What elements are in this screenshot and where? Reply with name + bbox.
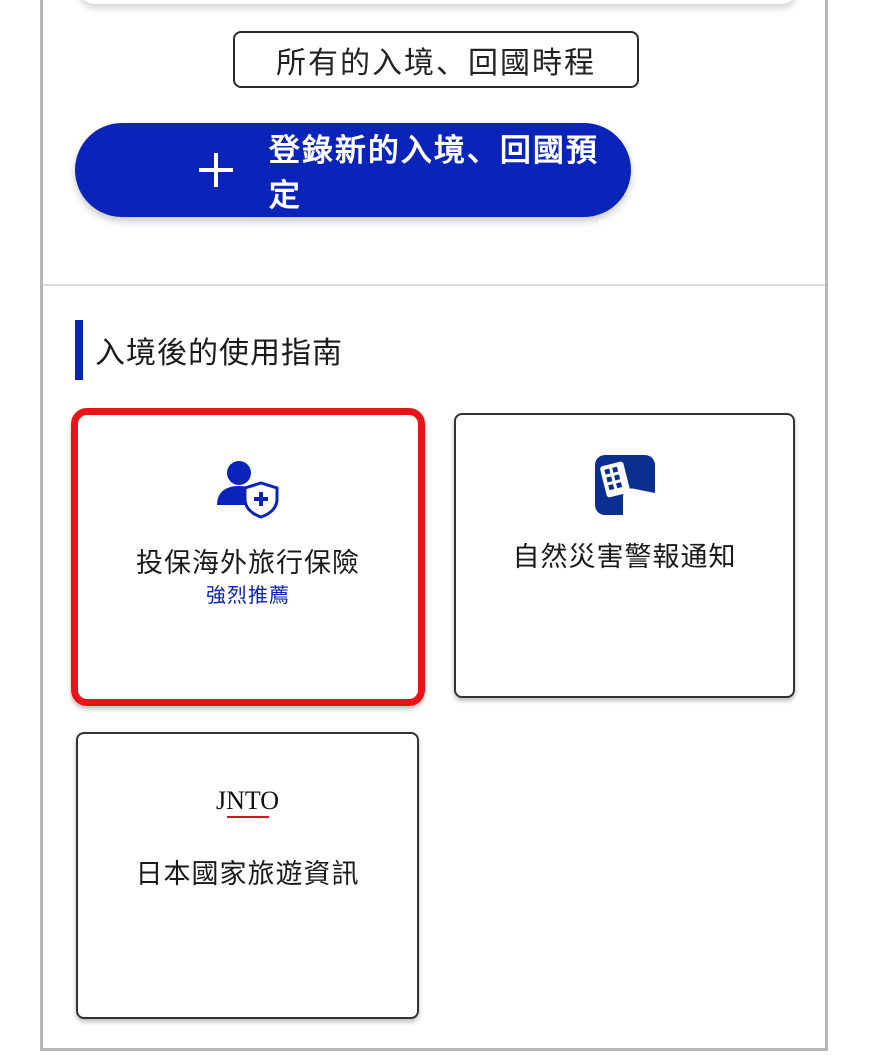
register-new-entry-label: 登錄新的入境、回國預定 [268,133,599,214]
register-new-entry-button[interactable]: 登錄新的入境、回國預定 [75,123,631,217]
previous-card-edge [80,0,796,4]
disaster-alert-title: 自然災害警報通知 [512,542,737,573]
plus-icon [199,153,233,187]
jnto-travel-info-title: 日本國家旅遊資訊 [135,859,360,890]
disaster-alert-card[interactable]: 自然災害警報通知 [454,413,795,698]
jnto-logo: JNTO [208,788,288,818]
all-schedules-label: 所有的入境、回國時程 [276,45,596,81]
recommended-badge: 強烈推薦 [206,583,290,607]
travel-insurance-card[interactable]: 投保海外旅行保險 強烈推薦 [71,408,425,706]
section-accent-bar [75,320,83,380]
section-divider [43,284,825,286]
jnto-travel-info-card[interactable]: JNTO 日本國家旅遊資訊 [76,732,419,1019]
disaster-alert-app-icon [593,453,657,517]
travel-insurance-title: 投保海外旅行保險 [136,548,360,579]
user-shield-icon [213,459,283,519]
all-schedules-button[interactable]: 所有的入境、回國時程 [233,31,639,88]
section-header: 入境後的使用指南 [75,320,343,380]
section-title: 入境後的使用指南 [95,336,343,371]
